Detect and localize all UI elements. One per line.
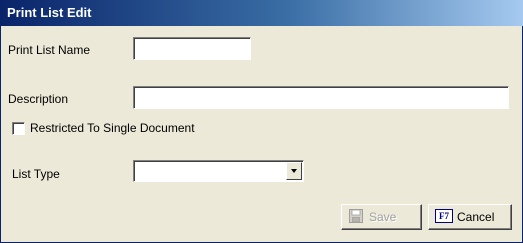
description-input[interactable] [133, 86, 509, 109]
print-list-name-label: Print List Name [8, 43, 91, 57]
print-list-name-input[interactable] [133, 37, 251, 60]
save-button-label: Save [369, 210, 397, 224]
save-button[interactable]: Save [341, 204, 422, 230]
f7-key-icon: F7 [435, 209, 453, 223]
title-bar[interactable]: Print List Edit [1, 0, 523, 26]
print-list-edit-dialog: Print List Edit Print List Name Descript… [0, 0, 523, 243]
floppy-disk-icon [349, 209, 363, 223]
list-type-dropdown-button[interactable] [286, 162, 302, 180]
chevron-down-icon [291, 169, 297, 173]
restricted-checkbox[interactable] [12, 122, 25, 135]
cancel-button[interactable]: F7 Cancel [428, 204, 512, 230]
list-type-label: List Type [12, 167, 60, 181]
description-label: Description [8, 92, 69, 106]
list-type-select[interactable] [133, 160, 304, 182]
window-title: Print List Edit [7, 5, 92, 20]
cancel-button-label: Cancel [457, 210, 495, 224]
restricted-label[interactable]: Restricted To Single Document [30, 121, 195, 135]
